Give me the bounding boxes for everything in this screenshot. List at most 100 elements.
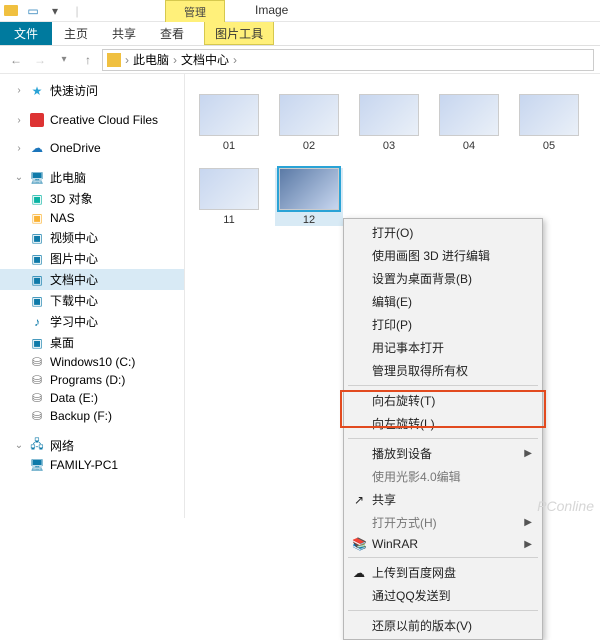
sidebar-item-video[interactable]: ▣视频中心 xyxy=(0,227,184,248)
menu-separator xyxy=(348,438,538,439)
context-menu-item[interactable]: 向左旋转(L) xyxy=(346,412,540,435)
thumbnail-caption: 02 xyxy=(303,140,315,152)
thumbnail-image xyxy=(439,94,499,136)
chevron-right-icon[interactable]: › xyxy=(233,53,237,67)
sidebar-label: Windows10 (C:) xyxy=(50,355,135,369)
sidebar-label: FAMILY-PC1 xyxy=(50,458,118,472)
qat-dropdown-icon[interactable]: ▾ xyxy=(48,4,62,18)
file-thumbnail[interactable]: 01 xyxy=(195,94,263,152)
nav-back-button[interactable]: ← xyxy=(6,50,26,70)
drive-icon: ⛁ xyxy=(30,355,44,369)
tab-home[interactable]: 主页 xyxy=(52,22,100,45)
context-menu-item[interactable]: 共享↗ xyxy=(346,488,540,511)
sidebar-item-drive-c[interactable]: ⛁ Windows10 (C:) xyxy=(0,353,184,371)
sidebar-item-drive-f[interactable]: ⛁Backup (F:) xyxy=(0,407,184,425)
menu-separator xyxy=(348,557,538,558)
context-menu-item[interactable]: 设置为桌面背景(B) xyxy=(346,267,540,290)
cube-icon: ▣ xyxy=(30,192,44,206)
sidebar-item-documents[interactable]: ▣文档中心 xyxy=(0,269,184,290)
window-title: Image xyxy=(255,3,288,17)
thumbnail-caption: 12 xyxy=(303,214,315,226)
context-menu-item[interactable]: 使用画图 3D 进行编辑 xyxy=(346,244,540,267)
sidebar-network[interactable]: ⌄ 🖧 网络 xyxy=(0,435,184,456)
sidebar-item-host[interactable]: 🖥FAMILY-PC1 xyxy=(0,456,184,474)
desktop-icon: ▣ xyxy=(30,336,44,350)
titlebar: ▭ ▾ | 管理 Image xyxy=(0,0,600,22)
context-menu-item[interactable]: 编辑(E) xyxy=(346,290,540,313)
sidebar-item-study[interactable]: ♪学习中心 xyxy=(0,311,184,332)
sidebar-item-nas[interactable]: ▣NAS xyxy=(0,209,184,227)
context-menu-item[interactable]: 管理员取得所有权 xyxy=(346,359,540,382)
sidebar-label: 网络 xyxy=(50,437,74,454)
file-thumbnail[interactable]: 12 xyxy=(275,168,343,226)
sidebar-item-drive-d[interactable]: ⛁Programs (D:) xyxy=(0,371,184,389)
context-menu-item[interactable]: 使用光影4.0编辑 xyxy=(346,465,540,488)
chevron-right-icon: ▶ xyxy=(524,448,532,459)
tab-picture-tools[interactable]: 图片工具 xyxy=(204,22,274,45)
sidebar-label: 快速访问 xyxy=(50,82,98,99)
thumbnail-image xyxy=(279,94,339,136)
sidebar-item-drive-e[interactable]: ⛁Data (E:) xyxy=(0,389,184,407)
breadcrumb[interactable]: › 此电脑 › 文档中心 › xyxy=(102,49,594,71)
thumbnail-caption: 11 xyxy=(223,214,234,226)
winrar-icon: 📚 xyxy=(352,537,366,551)
tab-view[interactable]: 查看 xyxy=(148,22,196,45)
folder-icon xyxy=(4,4,18,18)
sidebar-label: 学习中心 xyxy=(50,313,98,330)
chevron-right-icon[interactable]: › xyxy=(173,53,177,67)
breadcrumb-folder[interactable]: 文档中心 xyxy=(181,51,229,68)
chevron-right-icon[interactable]: › xyxy=(125,53,129,67)
thumbnail-caption: 03 xyxy=(383,140,395,152)
context-menu-item[interactable]: 还原以前的版本(V) xyxy=(346,614,540,637)
breadcrumb-root[interactable]: 此电脑 xyxy=(133,51,169,68)
sidebar-quick-access[interactable]: › ★ 快速访问 xyxy=(0,80,184,101)
context-menu-item[interactable]: 用记事本打开 xyxy=(346,336,540,359)
document-icon: ▣ xyxy=(30,273,44,287)
context-menu-item[interactable]: 上传到百度网盘☁ xyxy=(346,561,540,584)
sidebar-label: 桌面 xyxy=(50,334,74,351)
baidu-icon: ☁ xyxy=(352,566,366,580)
context-menu-item[interactable]: 打开(O) xyxy=(346,221,540,244)
thumbnail-caption: 04 xyxy=(463,140,475,152)
sidebar-item-pictures[interactable]: ▣图片中心 xyxy=(0,248,184,269)
menu-separator xyxy=(348,610,538,611)
download-icon: ▣ xyxy=(30,294,44,308)
context-menu-item[interactable]: 通过QQ发送到 xyxy=(346,584,540,607)
context-menu-item[interactable]: 向右旋转(T) xyxy=(346,389,540,412)
sidebar-onedrive[interactable]: › ☁ OneDrive xyxy=(0,139,184,157)
star-icon: ★ xyxy=(30,84,44,98)
sidebar-this-pc[interactable]: ⌄ 🖥 此电脑 xyxy=(0,167,184,188)
file-thumbnail[interactable]: 04 xyxy=(435,94,503,152)
share-icon: ↗ xyxy=(352,493,366,507)
sidebar-item-3d[interactable]: ▣ 3D 对象 xyxy=(0,188,184,209)
sidebar-item-desktop[interactable]: ▣ 桌面 xyxy=(0,332,184,353)
chevron-right-icon: › xyxy=(14,85,24,96)
sidebar-label: 3D 对象 xyxy=(50,190,93,207)
monitor-icon: 🖥 xyxy=(30,171,44,185)
file-thumbnail[interactable]: 11 xyxy=(195,168,263,226)
ribbon-contextual-tab[interactable]: 管理 xyxy=(165,0,225,22)
context-menu-item[interactable]: 播放到设备▶ xyxy=(346,442,540,465)
context-menu-item[interactable]: 打印(P) xyxy=(346,313,540,336)
sidebar-label: Data (E:) xyxy=(50,391,98,405)
creative-cloud-icon xyxy=(30,113,44,127)
tab-file[interactable]: 文件 xyxy=(0,22,52,45)
file-thumbnail[interactable]: 02 xyxy=(275,94,343,152)
sidebar-label: NAS xyxy=(50,211,75,225)
context-menu-item[interactable]: WinRAR📚▶ xyxy=(346,534,540,554)
file-thumbnail[interactable]: 05 xyxy=(515,94,583,152)
file-thumbnail[interactable]: 03 xyxy=(355,94,423,152)
sidebar-item-downloads[interactable]: ▣ 下载中心 xyxy=(0,290,184,311)
tab-share[interactable]: 共享 xyxy=(100,22,148,45)
sidebar-creative-cloud[interactable]: › Creative Cloud Files xyxy=(0,111,184,129)
watermark: PConline xyxy=(537,498,594,514)
nav-forward-button[interactable]: → xyxy=(30,50,50,70)
sidebar-label: 下载中心 xyxy=(50,292,98,309)
chevron-down-icon: ⌄ xyxy=(14,440,24,451)
context-menu-item[interactable]: 打开方式(H)▶ xyxy=(346,511,540,534)
nav-recent-button[interactable]: ▾ xyxy=(54,50,74,70)
nav-up-button[interactable]: ↑ xyxy=(78,50,98,70)
sidebar-label: OneDrive xyxy=(50,141,101,155)
context-menu: 打开(O)使用画图 3D 进行编辑设置为桌面背景(B)编辑(E)打印(P)用记事… xyxy=(343,218,543,640)
picture-icon: ▣ xyxy=(30,252,44,266)
